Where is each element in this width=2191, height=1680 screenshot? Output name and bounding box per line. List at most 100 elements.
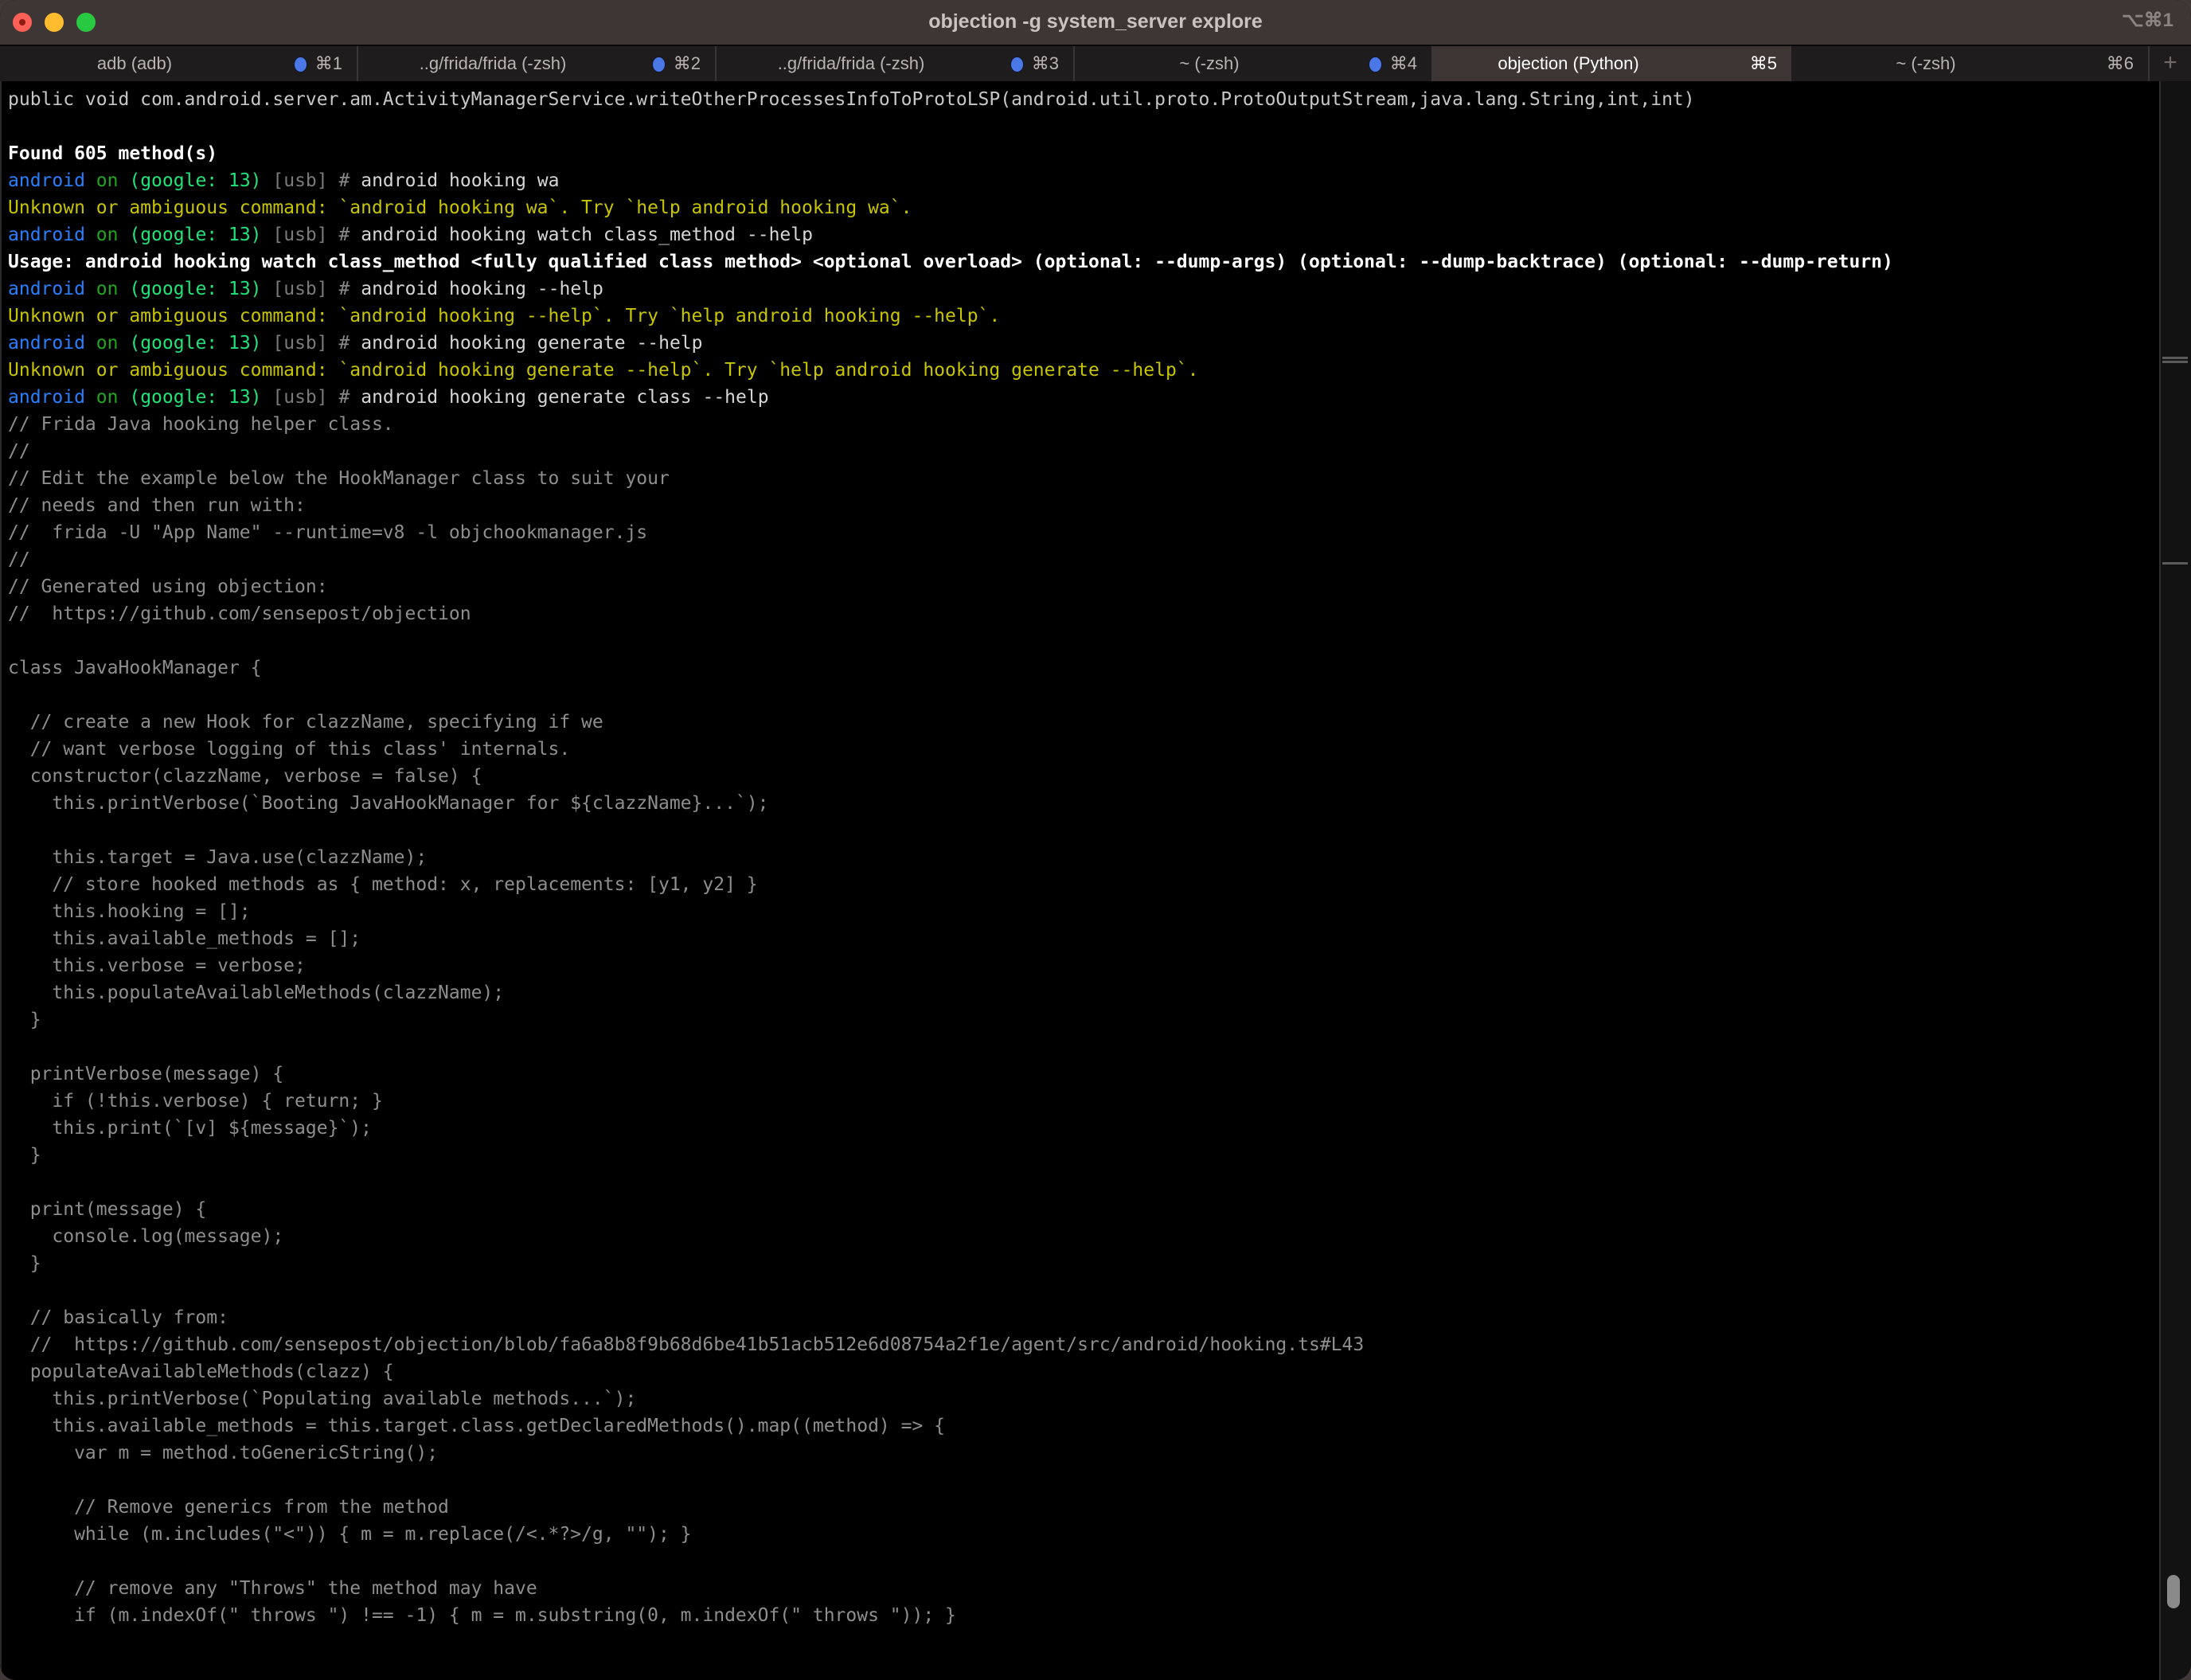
code-line: // https://github.com/sensepost/objectio… xyxy=(8,1334,1365,1355)
terminal-line: Unknown or ambiguous command: `android h… xyxy=(8,303,2159,330)
tab-5[interactable]: objection (Python) ⌘5 xyxy=(1433,46,1791,81)
prompt-device: android xyxy=(8,387,85,408)
code-line: // xyxy=(8,549,30,570)
title-bar[interactable]: objection -g system_server explore ⌥⌘1 xyxy=(0,0,2191,45)
new-tab-button[interactable]: + xyxy=(2150,46,2191,81)
tab-2[interactable]: ..g/frida/frida (-zsh) ⌘2 xyxy=(358,46,717,81)
code-line: } xyxy=(8,1145,41,1166)
prompt-target: (google: 13) xyxy=(129,333,262,354)
command-text: android hooking generate --help xyxy=(361,333,703,354)
prompt-transport: [usb] xyxy=(272,225,328,245)
warning-message: Unknown or ambiguous command: `android h… xyxy=(8,197,912,218)
prompt-symbol: # xyxy=(338,333,350,354)
prompt-on: on xyxy=(96,170,119,191)
code-line: // Generated using objection: xyxy=(8,576,328,597)
tab-label: ..g/frida/frida (-zsh) xyxy=(777,53,925,73)
terminal-line: this.hooking = []; xyxy=(8,898,2159,925)
terminal-line: // basically from: xyxy=(8,1304,2159,1331)
tab-6[interactable]: ~ (-zsh) ⌘6 xyxy=(1791,46,2150,81)
tab-label: ~ (-zsh) xyxy=(1179,53,1240,73)
terminal-line: while (m.includes("<")) { m = m.replace(… xyxy=(8,1521,2159,1548)
terminal-line: } xyxy=(8,1250,2159,1277)
tab-label: ..g/frida/frida (-zsh) xyxy=(419,53,567,73)
terminal-line: // https://github.com/sensepost/objectio… xyxy=(8,600,2159,627)
terminal-line: printVerbose(message) { xyxy=(8,1061,2159,1088)
terminal-line: // frida -U "App Name" --runtime=v8 -l o… xyxy=(8,519,2159,546)
output-heading: Usage: android hooking watch class_metho… xyxy=(8,252,1893,272)
prompt-target: (google: 13) xyxy=(129,225,262,245)
code-line: // want verbose logging of this class' i… xyxy=(8,739,571,760)
terminal-line: this.printVerbose(`Booting JavaHookManag… xyxy=(8,790,2159,817)
code-line: this.available_methods = []; xyxy=(8,928,361,949)
terminal-line: // create a new Hook for clazzName, spec… xyxy=(8,709,2159,736)
prompt-on: on xyxy=(96,387,119,408)
activity-indicator-icon xyxy=(1369,57,1382,72)
code-line: var m = method.toGenericString(); xyxy=(8,1443,439,1463)
tab-shortcut: ⌘1 xyxy=(314,53,342,73)
terminal-line: // Edit the example below the HookManage… xyxy=(8,465,2159,492)
terminal-line: class JavaHookManager { xyxy=(8,654,2159,682)
prompt-device: android xyxy=(8,333,85,354)
terminal-line: Unknown or ambiguous command: `android h… xyxy=(8,194,2159,221)
prompt-symbol: # xyxy=(338,279,350,299)
prompt-transport: [usb] xyxy=(272,170,328,191)
terminal-line: } xyxy=(8,1142,2159,1169)
output-heading: Found 605 method(s) xyxy=(8,143,218,164)
tab-label: adb (adb) xyxy=(96,53,173,73)
code-line: // frida -U "App Name" --runtime=v8 -l o… xyxy=(8,522,648,543)
prompt-line: android on (google: 13) [usb] # android … xyxy=(8,221,2159,248)
prompt-line: android on (google: 13) [usb] # android … xyxy=(8,384,2159,411)
code-line: } xyxy=(8,1010,41,1030)
terminal-output[interactable]: public void com.android.server.am.Activi… xyxy=(0,81,2159,1680)
scrollbar-thumb[interactable] xyxy=(2167,1575,2180,1608)
terminal-line: this.print(`[v] ${message}`); xyxy=(8,1115,2159,1142)
vertical-scrollbar[interactable] xyxy=(2159,81,2191,1680)
prompt-on: on xyxy=(96,279,119,299)
prompt-line: android on (google: 13) [usb] # android … xyxy=(8,330,2159,357)
terminal-line: // xyxy=(8,546,2159,573)
terminal-line: // Remove generics from the method xyxy=(8,1494,2159,1521)
prompt-transport: [usb] xyxy=(272,387,328,408)
tab-label: ~ (-zsh) xyxy=(1896,53,1956,73)
code-line: this.available_methods = this.target.cla… xyxy=(8,1416,946,1436)
tab-4[interactable]: ~ (-zsh) ⌘4 xyxy=(1075,46,1433,81)
code-line: // https://github.com/sensepost/objectio… xyxy=(8,604,471,624)
code-line: this.verbose = verbose; xyxy=(8,955,306,976)
prompt-device: android xyxy=(8,279,85,299)
prompt-symbol: # xyxy=(338,225,350,245)
activity-indicator-icon xyxy=(652,57,666,72)
activity-indicator-icon xyxy=(1010,57,1024,72)
window-shortcut: ⌥⌘1 xyxy=(2121,10,2173,31)
terminal-line: public void com.android.server.am.Activi… xyxy=(8,86,2159,113)
tab-shortcut: ⌘6 xyxy=(2106,53,2134,73)
command-text: android hooking generate class --help xyxy=(361,387,769,408)
terminal-line: // Generated using objection: xyxy=(8,573,2159,600)
tab-3[interactable]: ..g/frida/frida (-zsh) ⌘3 xyxy=(717,46,1075,81)
terminal-line: this.populateAvailableMethods(clazzName)… xyxy=(8,979,2159,1006)
code-line: class JavaHookManager { xyxy=(8,658,262,678)
code-line: // Edit the example below the HookManage… xyxy=(8,468,670,489)
terminal-line: this.verbose = verbose; xyxy=(8,952,2159,979)
terminal-line: // want verbose logging of this class' i… xyxy=(8,736,2159,763)
code-line: print(message) { xyxy=(8,1199,207,1220)
terminal-line: Usage: android hooking watch class_metho… xyxy=(8,248,2159,275)
code-line: } xyxy=(8,1253,41,1274)
prompt-device: android xyxy=(8,225,85,245)
prompt-device: android xyxy=(8,170,85,191)
code-line: this.target = Java.use(clazzName); xyxy=(8,847,428,868)
code-line: populateAvailableMethods(clazz) { xyxy=(8,1362,394,1382)
command-text: android hooking --help xyxy=(361,279,603,299)
tab-1[interactable]: adb (adb) ⌘1 xyxy=(0,46,358,81)
code-line: if (m.indexOf(" throws ") !== -1) { m = … xyxy=(8,1605,956,1626)
command-text: android hooking watch class_method --hel… xyxy=(361,225,813,245)
code-line: while (m.includes("<")) { m = m.replace(… xyxy=(8,1524,692,1545)
terminal-line: Unknown or ambiguous command: `android h… xyxy=(8,357,2159,384)
tab-shortcut: ⌘4 xyxy=(1389,53,1417,73)
code-line: this.print(`[v] ${message}`); xyxy=(8,1118,372,1139)
prompt-transport: [usb] xyxy=(272,279,328,299)
prompt-on: on xyxy=(96,333,119,354)
